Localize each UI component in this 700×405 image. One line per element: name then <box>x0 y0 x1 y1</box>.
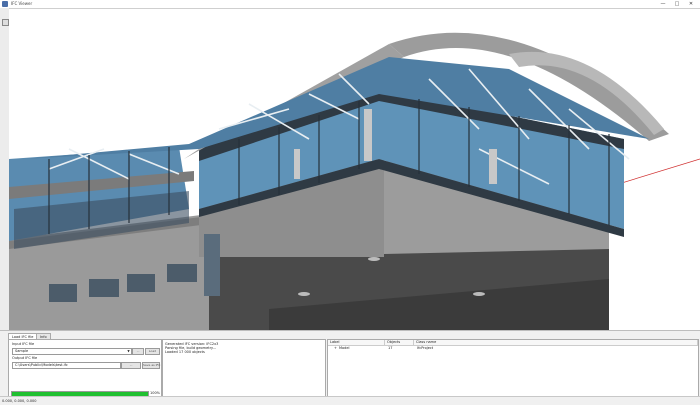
column <box>364 109 372 161</box>
lower-window <box>167 264 197 282</box>
bottom-panel: Load IFC file Info Input IFC file Sample… <box>0 330 700 398</box>
load-panel: Input IFC file Sample ▼ ... Load Output … <box>8 339 162 397</box>
objects-table[interactable]: Label Objects Class name + Model 17 IfcP… <box>327 339 699 397</box>
column <box>489 149 497 184</box>
lower-window <box>127 274 155 292</box>
building-model <box>9 32 700 331</box>
input-file-select[interactable]: Sample ▼ <box>12 348 132 355</box>
door <box>204 234 220 296</box>
output-file-label: Output IFC file <box>12 356 38 360</box>
minimize-button[interactable]: — <box>656 0 670 8</box>
select-tool-icon[interactable] <box>2 19 9 26</box>
column-header-class[interactable]: Class name <box>414 340 698 346</box>
load-button[interactable]: Load <box>145 348 160 355</box>
browse-output-button[interactable]: ... <box>121 362 141 369</box>
log-panel[interactable]: Generated IFC version: IFC2x3 Parsing fi… <box>162 339 326 397</box>
window-title: IFC Viewer <box>11 1 33 6</box>
save-ifc-button[interactable]: Save as IFC <box>142 362 160 369</box>
3d-viewport[interactable] <box>9 8 700 331</box>
status-coordinates: 0.000, 0.000, 0.000 <box>2 399 37 403</box>
table-cell-label[interactable]: Model <box>337 346 350 351</box>
log-line: Loaded 17 000 objects <box>165 350 205 354</box>
table-cell-objects: 17 <box>388 346 393 350</box>
input-file-label: Input IFC file <box>12 342 35 346</box>
title-bar: IFC Viewer — □ ✕ <box>0 0 700 8</box>
input-file-value: Sample <box>15 349 29 353</box>
chevron-down-icon: ▼ <box>127 349 130 353</box>
output-file-path[interactable]: C:\Users\Public\Models\test.ifc <box>12 362 121 369</box>
close-button[interactable]: ✕ <box>684 0 698 8</box>
column <box>294 149 300 179</box>
lower-window <box>49 284 77 302</box>
browse-input-button[interactable]: ... <box>132 348 144 355</box>
maximize-button[interactable]: □ <box>670 0 684 8</box>
table-cell-class: IfcProject <box>417 346 434 350</box>
lower-window <box>89 279 119 297</box>
app-icon <box>2 1 8 7</box>
